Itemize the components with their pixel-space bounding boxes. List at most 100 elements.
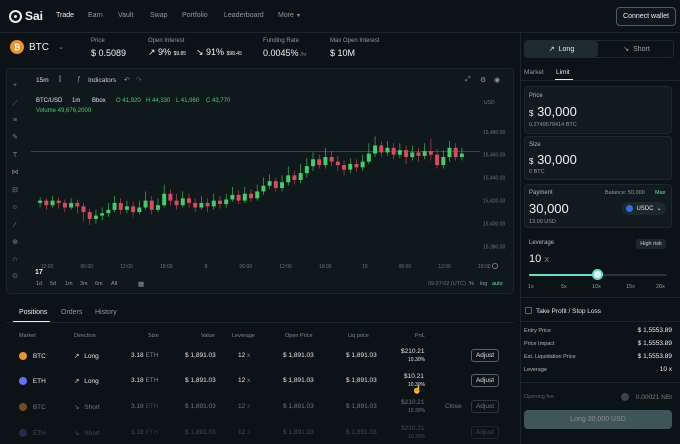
size-input[interactable]: $ 30,000 (529, 152, 577, 167)
tab-limit[interactable]: Limit (556, 69, 570, 76)
nav-trade[interactable]: Trade (56, 12, 74, 19)
text-icon[interactable]: T (11, 152, 19, 160)
nav-swap[interactable]: Swap (150, 12, 168, 19)
range-6m[interactable]: 6m (95, 281, 103, 287)
trendline-icon[interactable]: ⟋ (11, 100, 19, 108)
candle-body (416, 152, 421, 156)
leverage-slider-handle[interactable] (592, 269, 603, 280)
arrow-down-right-icon: ↘ (74, 404, 82, 411)
col-direction: Direction (74, 333, 96, 339)
zoom-in-icon[interactable]: ⊕ (11, 239, 19, 247)
adjust-button[interactable]: Adjust (471, 374, 499, 387)
x-tick-label: 12:00 (438, 264, 451, 270)
candle-body (124, 206, 129, 210)
percent-toggle[interactable]: % (469, 281, 474, 287)
candle-body (453, 147, 458, 158)
x-tick-label: 8 (205, 264, 208, 270)
auto-toggle[interactable]: auto (492, 281, 503, 287)
candle-body (168, 193, 173, 201)
payment-sub: 13.00 USD (529, 219, 556, 225)
price-field-label: Price (529, 93, 543, 99)
brush-icon[interactable]: ✎ (11, 134, 19, 142)
token-selector[interactable]: USDC ⌄ (622, 202, 666, 215)
nav-earn[interactable]: Earn (88, 12, 103, 19)
max-oi-label: Max Open Interest (330, 38, 380, 44)
range-all[interactable]: All (111, 281, 117, 287)
arrow-down-right-icon: ↘ (196, 47, 207, 57)
price-chart[interactable]: 15,480.00 15,460.00 15,440.00 15,420.00 15,4… (25, 70, 515, 280)
col-market: Market (19, 333, 36, 339)
close-button[interactable]: Close (445, 403, 462, 410)
table-row[interactable]: BTC ↗ Long 3.18 ETH $ 1,891.03 12 x $ 1,… (0, 344, 520, 368)
size-sub: 0 BTC (529, 169, 545, 175)
row-direction: ↗ Long (74, 377, 99, 385)
price-label: Price (91, 38, 105, 44)
emoji-icon[interactable]: ☺ (11, 204, 19, 212)
tick-10x[interactable]: 10x (592, 284, 601, 290)
tick-5x[interactable]: 5x (561, 284, 567, 290)
candle-body (162, 193, 167, 206)
magnet-icon[interactable]: ∩ (11, 256, 19, 264)
long-button[interactable]: ↗ Long (525, 41, 598, 57)
col-size: Size (148, 333, 159, 339)
connect-wallet-button[interactable]: Connect wallet (616, 7, 676, 26)
size-field[interactable]: Size $ 30,000 0 BTC (524, 136, 672, 180)
tick-1x[interactable]: 1x (528, 284, 534, 290)
payment-input[interactable]: 30,000 (529, 201, 569, 216)
log-toggle[interactable]: log (480, 281, 487, 287)
nav-more[interactable]: More (278, 12, 294, 19)
table-row[interactable]: ETH ↘ Short 3.18 ETH $ 1,891.03 12 x $ 1… (0, 421, 520, 444)
price-value: $ 0.5089 (91, 48, 127, 58)
table-row[interactable]: BTC ↘ Short 3.18 ETH $ 1,891.03 12 x $ 1… (0, 395, 520, 419)
price-input[interactable]: $ 30,000 (529, 104, 577, 119)
row-size: 3.18 ETH (131, 403, 158, 410)
price-field[interactable]: Price $ 30,000 0.2749578414 BTC (524, 86, 672, 134)
tab-history[interactable]: History (95, 309, 117, 316)
range-3m[interactable]: 3m (80, 281, 88, 287)
chart-time: 09:27:02 (UTC) (428, 281, 466, 287)
col-leverage: Leverage (232, 333, 255, 339)
brand-logo[interactable]: Sai (9, 9, 43, 23)
table-row[interactable]: ETH ↗ Long 3.18 ETH $ 1,891.03 12 x $ 1,… (0, 369, 520, 393)
range-1d[interactable]: 1d (36, 281, 42, 287)
lock-icon[interactable]: ⊙ (11, 273, 19, 281)
row-leverage-value: 12 (238, 377, 246, 384)
horizontal-lines-icon[interactable]: ≡ (11, 117, 19, 125)
x-tick-label: 18:00 (478, 264, 491, 270)
row-pnl: $210.21 (401, 348, 425, 355)
tick-20x[interactable]: 20x (656, 284, 665, 290)
range-5d[interactable]: 5d (50, 281, 56, 287)
arrow-up-right-icon: ↗ (74, 378, 82, 385)
tpsl-label[interactable]: Take Profit / Stop Loss (536, 308, 601, 315)
tab-market[interactable]: Market (524, 69, 544, 76)
submit-order-button[interactable]: Long 30,000 USD (524, 410, 672, 429)
calendar-icon[interactable]: ▦ (138, 280, 144, 288)
adjust-button[interactable]: Adjust (471, 400, 499, 413)
short-button[interactable]: ↘ Short (600, 41, 673, 57)
nav-vault[interactable]: Vault (118, 12, 133, 19)
nav-portfolio[interactable]: Portfolio (182, 12, 208, 19)
arrow-down-right-icon: ↘ (74, 430, 82, 437)
nav-leaderboard[interactable]: Leaderboard (224, 12, 264, 19)
market-selector[interactable]: ₿ BTC ⌄ (10, 40, 64, 54)
max-button[interactable]: Max (655, 190, 665, 196)
price-impact-label: Price Impact (524, 341, 555, 347)
candle-body (273, 181, 278, 188)
ruler-icon[interactable]: ⊟ (11, 187, 19, 195)
row-leverage-unit: x (247, 377, 251, 384)
tab-orders[interactable]: Orders (61, 309, 82, 316)
price-input-value: 30,000 (537, 104, 577, 119)
y-tick-label: 15,380.00 (483, 245, 505, 251)
adjust-button[interactable]: Adjust (471, 349, 499, 362)
y-tick-label: 15,400.00 (483, 222, 505, 228)
range-1m[interactable]: 1m (65, 281, 73, 287)
tpsl-checkbox[interactable] (525, 307, 532, 314)
tab-positions[interactable]: Positions (19, 309, 47, 316)
tick-15x[interactable]: 15x (626, 284, 635, 290)
candle-body (149, 200, 154, 210)
crosshair-icon[interactable]: + (11, 82, 19, 90)
y-tick-label: 15,460.00 (483, 153, 505, 159)
adjust-button[interactable]: Adjust (471, 426, 499, 439)
measure-icon[interactable]: ⁄ (11, 222, 19, 230)
pattern-icon[interactable]: ⋈ (11, 169, 19, 177)
